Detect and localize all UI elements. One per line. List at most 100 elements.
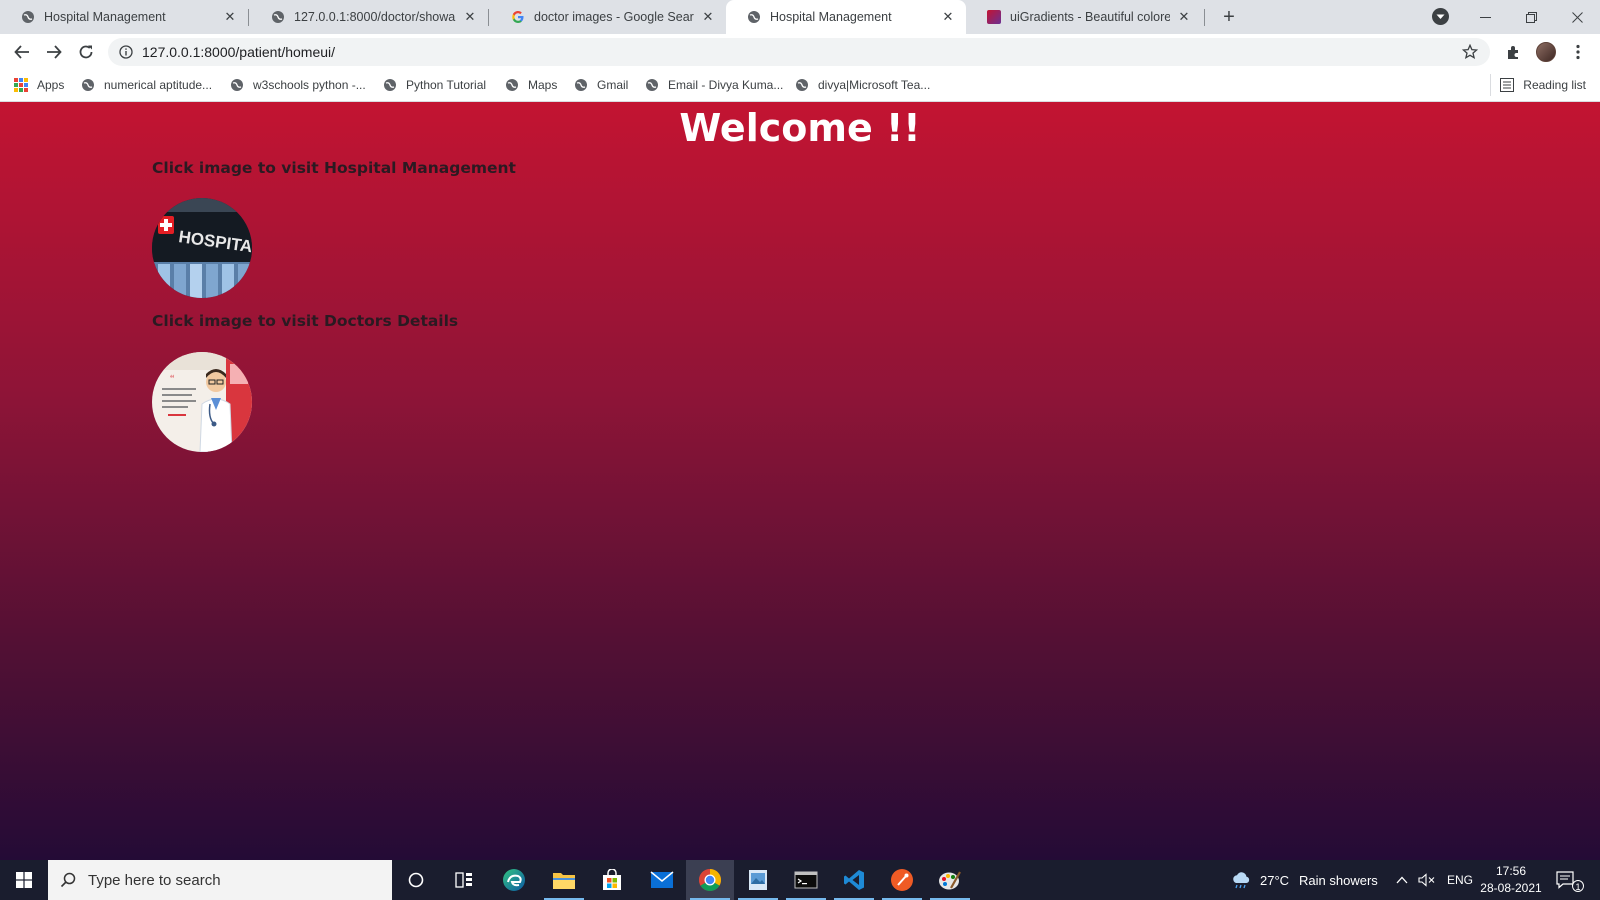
microsoft-store-icon[interactable] bbox=[588, 860, 636, 900]
uigradients-icon bbox=[986, 10, 1001, 25]
tab-doctor-showall[interactable]: 127.0.0.1:8000/doctor/showall/ ✕ bbox=[250, 0, 488, 34]
close-tab-icon[interactable]: ✕ bbox=[700, 9, 716, 25]
globe-icon bbox=[384, 79, 396, 91]
tab-google-search[interactable]: doctor images - Google Search ✕ bbox=[490, 0, 726, 34]
tab-title: Hospital Management bbox=[770, 10, 892, 24]
doctor-illustration-image: “ bbox=[152, 352, 252, 452]
tab-title: Hospital Management bbox=[44, 10, 166, 24]
reading-list-button[interactable]: Reading list bbox=[1500, 78, 1586, 92]
chrome-icon[interactable] bbox=[686, 860, 734, 900]
globe-icon bbox=[796, 79, 808, 91]
windows-taskbar: Type here to search 27°C Rain showers EN… bbox=[0, 860, 1600, 900]
taskbar-search-box[interactable]: Type here to search bbox=[48, 860, 392, 900]
tab-strip: Hospital Management ✕ 127.0.0.1:8000/doc… bbox=[0, 0, 1600, 34]
tab-divider bbox=[248, 9, 249, 26]
bookmark-item[interactable]: numerical aptitude... bbox=[81, 78, 212, 92]
welcome-heading: Welcome !! bbox=[679, 106, 921, 150]
restore-icon[interactable] bbox=[1509, 0, 1553, 34]
apps-grid-icon bbox=[14, 78, 28, 92]
tab-search-icon[interactable] bbox=[1432, 8, 1449, 25]
reload-icon[interactable] bbox=[72, 38, 100, 66]
page-content: Welcome !! Click image to visit Hospital… bbox=[0, 102, 1600, 860]
system-clock[interactable]: 17:56 28-08-2021 bbox=[1476, 863, 1546, 897]
weather-temperature: 27°C bbox=[1260, 872, 1290, 888]
bookmark-apps[interactable]: Apps bbox=[14, 78, 64, 92]
reading-list-label: Reading list bbox=[1523, 78, 1586, 92]
file-explorer-icon[interactable] bbox=[540, 860, 588, 900]
close-tab-icon[interactable]: ✕ bbox=[940, 9, 956, 25]
extensions-icon[interactable] bbox=[1500, 38, 1528, 66]
bookmark-star-icon[interactable] bbox=[1461, 43, 1479, 65]
svg-text:“: “ bbox=[170, 374, 175, 385]
paint-icon[interactable] bbox=[926, 860, 974, 900]
tab-hospital-management-active[interactable]: Hospital Management ✕ bbox=[726, 0, 966, 34]
close-tab-icon[interactable]: ✕ bbox=[1176, 9, 1192, 25]
bookmark-label: divya|Microsoft Tea... bbox=[818, 78, 931, 92]
menu-kebab-icon[interactable] bbox=[1564, 38, 1592, 66]
bookmark-label: Gmail bbox=[597, 78, 629, 92]
language-indicator[interactable]: ENG bbox=[1447, 860, 1473, 900]
forward-arrow-icon[interactable] bbox=[40, 38, 68, 66]
show-hidden-icons-chevron-icon[interactable] bbox=[1396, 860, 1408, 900]
tab-uigradients[interactable]: uiGradients - Beautiful colored g ✕ bbox=[966, 0, 1202, 34]
tab-title: uiGradients - Beautiful colored g bbox=[1010, 10, 1170, 24]
url-text[interactable]: 127.0.0.1:8000/patient/homeui/ bbox=[142, 44, 335, 60]
cortana-icon[interactable] bbox=[392, 860, 440, 900]
doctor-image-link[interactable]: “ bbox=[152, 352, 252, 452]
weather-widget[interactable]: 27°C Rain showers bbox=[1230, 860, 1378, 900]
notifications-icon[interactable]: 1 bbox=[1556, 860, 1586, 900]
postman-icon[interactable] bbox=[878, 860, 926, 900]
bookmark-label: Email - Divya Kuma... bbox=[668, 78, 784, 92]
image-viewer-icon[interactable] bbox=[734, 860, 782, 900]
terminal-icon[interactable] bbox=[782, 860, 830, 900]
google-icon bbox=[510, 10, 525, 25]
mail-icon[interactable] bbox=[638, 860, 686, 900]
hospital-prompt: Click image to visit Hospital Management bbox=[152, 159, 516, 177]
task-view-icon[interactable] bbox=[440, 860, 488, 900]
edge-browser-icon[interactable] bbox=[490, 860, 538, 900]
speaker-muted-icon[interactable] bbox=[1418, 860, 1436, 900]
hospital-image-link[interactable]: HOSPITAL bbox=[152, 198, 252, 298]
globe-icon bbox=[231, 79, 243, 91]
bookmark-item[interactable]: Gmail bbox=[574, 78, 628, 92]
rain-cloud-icon bbox=[1233, 872, 1250, 889]
close-window-icon[interactable] bbox=[1555, 0, 1599, 34]
profile-avatar[interactable] bbox=[1532, 38, 1560, 66]
globe-icon bbox=[506, 79, 518, 91]
reading-list-icon bbox=[1500, 78, 1515, 92]
address-bar[interactable]: 127.0.0.1:8000/patient/homeui/ bbox=[108, 38, 1490, 66]
tab-hospital-management-1[interactable]: Hospital Management ✕ bbox=[0, 0, 248, 34]
weather-description: Rain showers bbox=[1299, 872, 1378, 888]
bookmark-label: w3schools python -... bbox=[253, 78, 366, 92]
site-info-icon[interactable] bbox=[119, 45, 133, 59]
new-tab-icon[interactable]: + bbox=[1217, 5, 1241, 29]
close-tab-icon[interactable]: ✕ bbox=[222, 9, 238, 25]
bookmark-item[interactable]: Python Tutorial bbox=[383, 78, 486, 92]
tab-divider bbox=[488, 9, 489, 26]
browser-toolbar: 127.0.0.1:8000/patient/homeui/ bbox=[0, 34, 1600, 70]
bookmark-item[interactable]: w3schools python -... bbox=[230, 78, 366, 92]
minimize-icon[interactable] bbox=[1463, 0, 1507, 34]
bookmark-item[interactable]: Maps bbox=[505, 78, 557, 92]
back-arrow-icon[interactable] bbox=[8, 38, 36, 66]
vscode-icon[interactable] bbox=[830, 860, 878, 900]
bookmark-label: Apps bbox=[37, 78, 65, 92]
bookmark-item[interactable]: Email - Divya Kuma... bbox=[645, 78, 783, 92]
doctors-prompt: Click image to visit Doctors Details bbox=[152, 312, 459, 330]
notification-count-badge: 1 bbox=[1572, 880, 1584, 892]
bookmark-label: Python Tutorial bbox=[406, 78, 487, 92]
globe-icon bbox=[646, 79, 658, 91]
bookmark-label: Maps bbox=[528, 78, 558, 92]
clock-time: 17:56 bbox=[1495, 864, 1527, 878]
globe-icon bbox=[20, 10, 35, 25]
windows-start-icon[interactable] bbox=[0, 860, 48, 900]
bookmarks-bar: Apps numerical aptitude... w3schools pyt… bbox=[0, 70, 1600, 102]
bookmark-label: numerical aptitude... bbox=[104, 78, 213, 92]
tab-title: doctor images - Google Search bbox=[534, 10, 694, 24]
close-tab-icon[interactable]: ✕ bbox=[462, 9, 478, 25]
globe-icon bbox=[746, 10, 761, 25]
search-icon bbox=[60, 872, 76, 888]
globe-icon bbox=[270, 10, 285, 25]
bookmarks-divider bbox=[1490, 74, 1491, 96]
bookmark-item[interactable]: divya|Microsoft Tea... bbox=[795, 78, 930, 92]
